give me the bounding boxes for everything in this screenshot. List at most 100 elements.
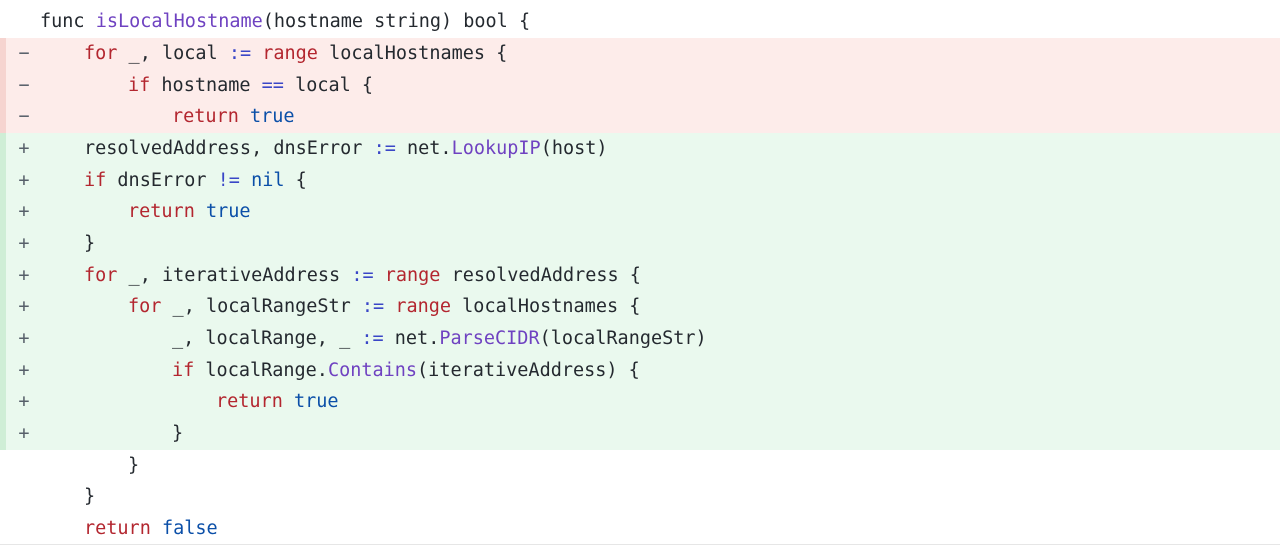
operator-token: :=	[228, 43, 252, 64]
keyword-token: return	[84, 517, 151, 539]
code-token: (hostname string) bool {	[262, 11, 531, 32]
code-text: return true	[216, 386, 339, 418]
code-text: }	[172, 418, 183, 450]
code-token: net.	[383, 327, 440, 349]
code-text: for _, local := range localHostnames {	[84, 38, 507, 70]
code-token: _, local	[117, 43, 229, 64]
keyword-token: if	[172, 359, 195, 381]
code-token: func	[40, 11, 96, 32]
operator-token: :=	[361, 296, 385, 318]
diff-line-added: + resolvedAddress, dnsError := net.Lookup…	[0, 132, 1280, 165]
diff-line-added: +}	[0, 227, 1280, 260]
keyword-token: return	[216, 391, 283, 413]
added-line-marker: +	[18, 169, 30, 191]
diff-line-added: + _, localRange, _ := net.ParseCIDR(local…	[0, 322, 1280, 355]
added-line-marker: +	[18, 232, 30, 254]
code-token: }	[84, 486, 96, 508]
code-token: hostname	[150, 74, 262, 96]
code-token: (localRangeStr)	[539, 327, 707, 349]
code-token: _, localRangeStr	[161, 296, 362, 318]
diff-line-removed: − for _, local := range localHostnames {	[0, 38, 1280, 70]
added-line-marker: +	[18, 359, 30, 381]
keyword-token: for	[84, 264, 118, 286]
literal-token: true	[249, 106, 295, 128]
diff-line-added: + return true	[0, 196, 1280, 228]
diff-line-added: + if dnsError != nil {	[0, 164, 1280, 197]
keyword-token: if	[84, 169, 107, 191]
code-text: }	[128, 450, 139, 482]
code-token: _, localRange, _	[172, 327, 362, 349]
code-text: return true	[128, 196, 251, 228]
keyword-token: for	[84, 43, 118, 64]
code-token: (iterativeAddress) {	[417, 359, 640, 381]
function-token: Contains	[327, 359, 418, 381]
code-token: {	[284, 169, 307, 191]
removed-line-marker: −	[18, 106, 30, 128]
operator-token: :=	[361, 327, 384, 349]
code-token: }	[172, 422, 184, 444]
code-token: localRange.	[194, 359, 328, 381]
keyword-token: return	[128, 201, 195, 223]
operator-token: ==	[261, 74, 284, 96]
added-line-marker: +	[18, 391, 30, 413]
code-text: resolvedAddress, dnsError := net.LookupI…	[84, 133, 608, 165]
code-text: return false	[84, 513, 218, 545]
diff-line-context: func isLocalHostname(hostname string) bo…	[0, 0, 1280, 38]
literal-token: true	[293, 391, 339, 413]
removed-line-marker: −	[18, 43, 30, 64]
literal-token: false	[161, 517, 218, 539]
added-line-marker: +	[18, 296, 30, 318]
code-text: if dnsError != nil {	[84, 165, 307, 197]
code-text: }	[84, 481, 95, 513]
code-text: for _, localRangeStr := range localHostn…	[128, 291, 640, 323]
keyword-token: range	[395, 296, 452, 318]
code-token: localHostnames {	[317, 43, 508, 64]
diff-line-context: }	[0, 450, 1280, 482]
code-diff-view: func isLocalHostname(hostname string) bo…	[0, 0, 1280, 545]
diff-line-removed: − if hostname == local {	[0, 69, 1280, 102]
added-line-marker: +	[18, 327, 30, 349]
operator-token: :=	[351, 264, 374, 286]
code-text: if hostname == local {	[128, 70, 373, 102]
code-token: (host)	[540, 137, 608, 159]
diff-line-added: + for _, iterativeAddress := range resolv…	[0, 259, 1280, 292]
diff-lines: func isLocalHostname(hostname string) bo…	[0, 0, 1280, 545]
operator-token: !=	[217, 169, 240, 191]
removed-line-marker: −	[18, 74, 30, 96]
code-text: if localRange.Contains(iterativeAddress)…	[172, 355, 640, 387]
operator-token: :=	[373, 137, 396, 159]
diff-line-context: }	[0, 481, 1280, 513]
code-token: }	[128, 454, 140, 476]
keyword-token: range	[384, 264, 441, 286]
diff-line-added: + if localRange.Contains(iterativeAddress…	[0, 354, 1280, 387]
code-token: _, iterativeAddress	[117, 264, 352, 286]
added-line-marker: +	[18, 201, 30, 223]
code-text: for _, iterativeAddress := range resolve…	[84, 260, 641, 292]
literal-token: true	[205, 201, 251, 223]
diff-line-added: + return true	[0, 386, 1280, 418]
added-line-marker: +	[18, 137, 30, 159]
added-line-marker: +	[18, 264, 30, 286]
code-token: resolvedAddress {	[440, 264, 641, 286]
function-token: LookupIP	[451, 137, 541, 159]
diff-line-added: +}	[0, 417, 1280, 450]
added-line-marker: +	[18, 422, 30, 444]
diff-line-removed: − return true	[0, 101, 1280, 133]
code-token: local {	[283, 74, 374, 96]
code-text: return true	[172, 101, 295, 133]
code-token: dnsError	[106, 169, 218, 191]
function-token: ParseCIDR	[439, 327, 540, 349]
keyword-token: return	[172, 106, 239, 128]
keyword-token: if	[128, 74, 151, 96]
literal-token: nil	[251, 169, 285, 191]
code-token: }	[84, 232, 96, 254]
diff-line-added: + for _, localRangeStr := range localHost…	[0, 291, 1280, 323]
